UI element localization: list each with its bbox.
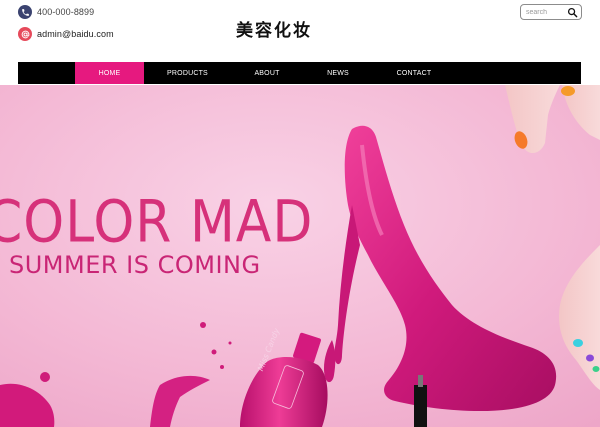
phone-number: 400-000-8899 <box>37 7 95 17</box>
banner-subheadline: SUMMER IS COMING <box>9 251 261 279</box>
nav-item-about[interactable]: ABOUT <box>231 62 303 84</box>
nav-item-contact[interactable]: CONTACT <box>373 62 455 84</box>
banner-headline: COLOR MAD <box>0 189 314 257</box>
nav-item-news[interactable]: NEWS <box>303 62 373 84</box>
at-sign-icon <box>18 27 32 41</box>
contact-info: 400-000-8899 admin@baidu.com <box>18 3 178 47</box>
email-row: admin@baidu.com <box>18 25 178 43</box>
hero-banner[interactable]: COLOR MAD SUMMER IS COMING Miss Candy <box>0 85 600 427</box>
search-icon[interactable] <box>565 5 579 19</box>
nav-item-products[interactable]: PRODUCTS <box>144 62 231 84</box>
phone-row: 400-000-8899 <box>18 3 178 21</box>
nav-item-home[interactable]: HOME <box>75 62 144 84</box>
site-logo[interactable]: 美容化妆 <box>236 16 312 41</box>
phone-icon <box>18 5 32 19</box>
search-box <box>520 4 582 20</box>
email-address[interactable]: admin@baidu.com <box>37 29 114 39</box>
main-nav: HOME PRODUCTS ABOUT NEWS CONTACT <box>18 62 581 84</box>
search-input[interactable] <box>521 5 565 19</box>
